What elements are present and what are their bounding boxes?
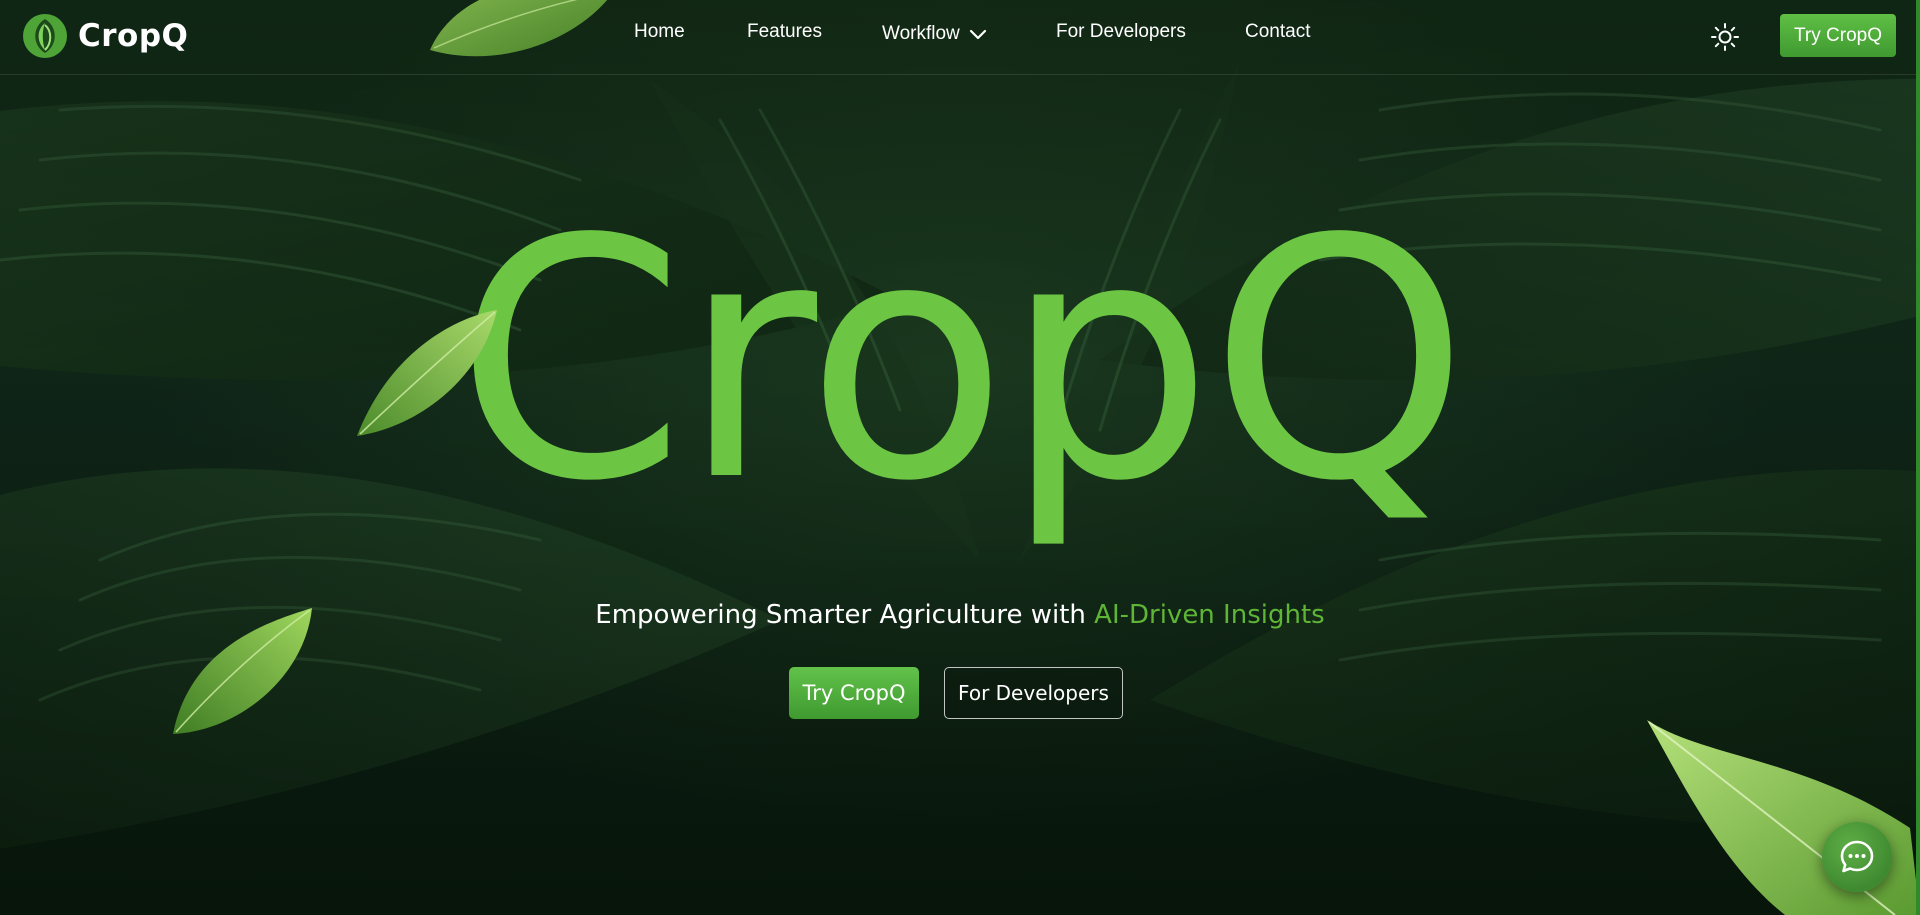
nav-for-developers[interactable]: For Developers	[1056, 20, 1186, 44]
chevron-down-icon	[969, 29, 986, 40]
theme-toggle-button[interactable]	[1708, 20, 1742, 54]
hero-title: CropQ	[400, 150, 1520, 570]
leaf-logo-icon	[23, 14, 67, 58]
tagline-prefix: Empowering Smarter Agriculture with	[595, 600, 1095, 630]
chat-button[interactable]	[1822, 822, 1892, 892]
page-scrollbar[interactable]	[1916, 0, 1920, 915]
for-developers-button[interactable]: For Developers	[944, 667, 1123, 719]
leaf-bottom-right-decoration	[1647, 720, 1920, 915]
nav-workflow[interactable]: Workflow	[882, 22, 988, 46]
leaf-lower-left-decoration	[173, 608, 312, 734]
leaf-left-decoration	[357, 310, 497, 436]
nav-home[interactable]: Home	[634, 20, 685, 44]
brand-name: CropQ	[78, 18, 189, 54]
header-try-cropq-button[interactable]: Try CropQ	[1780, 14, 1896, 57]
tagline-accent: AI-Driven Insights	[1094, 600, 1325, 630]
nav-features[interactable]: Features	[747, 20, 822, 44]
sun-icon	[1711, 23, 1739, 51]
hero-title-text: CropQ	[455, 169, 1465, 553]
brand[interactable]: CropQ	[22, 13, 188, 59]
nav-workflow-label: Workflow	[882, 23, 960, 44]
nav-contact[interactable]: Contact	[1245, 20, 1310, 44]
site-header: CropQ Home Features Workflow For Develop…	[0, 0, 1920, 75]
try-cropq-button[interactable]: Try CropQ	[789, 667, 919, 719]
chat-bubble-icon	[1840, 840, 1874, 873]
